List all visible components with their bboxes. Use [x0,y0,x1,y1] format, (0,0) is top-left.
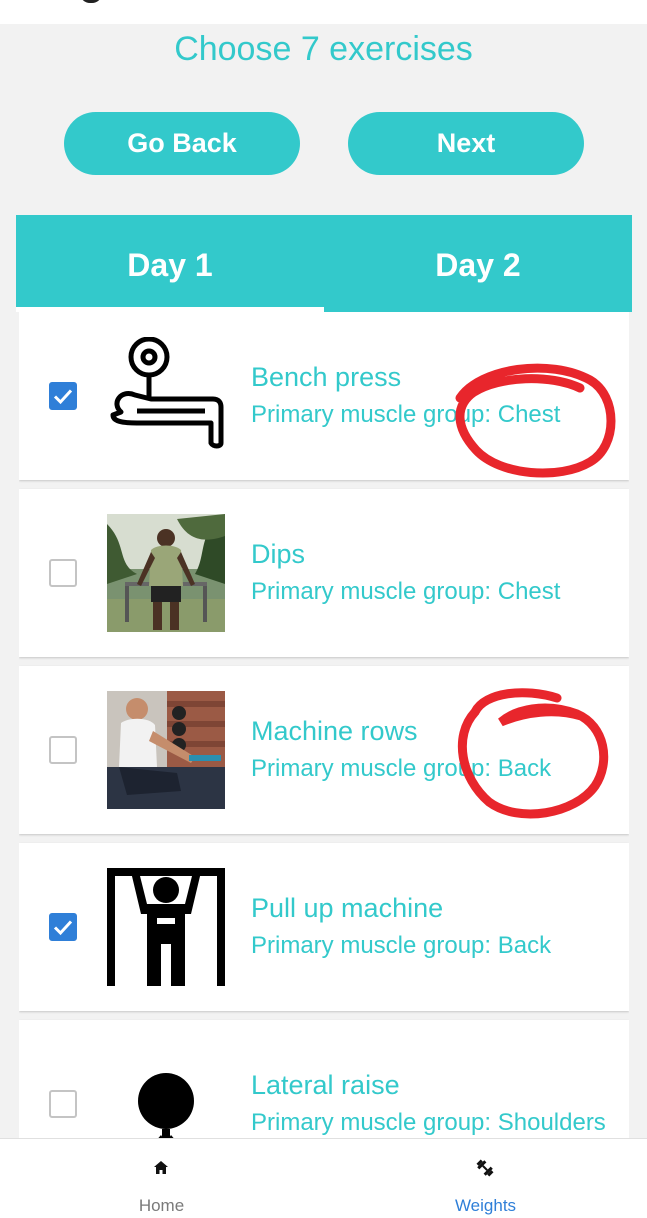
exercise-checkbox[interactable] [49,913,77,941]
exercise-muscle-group: Primary muscle group: Shoulders [251,1109,606,1136]
exercise-name: Pull up machine [251,893,444,923]
nav-weights-label: Weights [454,1196,517,1215]
weights-icon [476,1159,494,1177]
machine-rows-photo [107,691,225,809]
next-button[interactable]: Next [348,112,584,175]
nav-weights[interactable]: Weights [324,1139,647,1218]
lateral-raise-icon [107,1045,225,1140]
exercise-muscle-group: Primary muscle group: Back [251,755,552,782]
status-bar [0,0,647,24]
dips-photo [107,514,225,632]
exercise-row-lateral-raise[interactable]: Lateral raise Primary muscle group: Shou… [19,1020,629,1140]
exercise-checkbox[interactable] [49,559,77,587]
exercise-row-pull-up-machine[interactable]: Pull up machine Primary muscle group: Ba… [19,843,629,1011]
exercise-row-machine-rows[interactable]: Machine rows Primary muscle group: Back [19,666,629,834]
exercise-name: Machine rows [251,716,418,746]
exercise-checkbox[interactable] [49,382,77,410]
exercise-muscle-group: Primary muscle group: Chest [251,578,561,605]
exercise-muscle-group: Primary muscle group: Back [251,932,552,959]
status-glyph [80,0,102,3]
exercise-checkbox[interactable] [49,1090,77,1118]
day-tabs: Day 1 Day 2 [16,215,632,312]
tab-day-2[interactable]: Day 2 [324,215,632,312]
exercise-row-dips[interactable]: Dips Primary muscle group: Chest [19,489,629,657]
exercise-selection-screen: Choose 7 exercises Go Back Next Day 1 Da… [0,0,647,1218]
bottom-navigation: Home Weights [0,1138,647,1218]
exercise-row-bench-press[interactable]: Bench press Primary muscle group: Chest [19,312,629,480]
go-back-button[interactable]: Go Back [64,112,300,175]
bench-press-icon [107,337,225,455]
check-icon [53,920,73,936]
page-title: Choose 7 exercises [174,30,473,68]
exercise-muscle-group: Primary muscle group: Chest [251,401,561,428]
nav-home-label: Home [138,1196,185,1215]
exercise-list[interactable]: Bench press Primary muscle group: Chest [19,312,629,1140]
pull-up-icon [107,868,225,986]
exercise-name: Lateral raise [251,1070,400,1100]
check-icon [53,389,73,405]
exercise-name: Bench press [251,362,402,392]
exercise-name: Dips [251,539,306,569]
nav-home[interactable]: Home [0,1139,323,1218]
exercise-checkbox[interactable] [49,736,77,764]
tab-day-1[interactable]: Day 1 [16,215,324,312]
home-icon [154,1161,168,1174]
